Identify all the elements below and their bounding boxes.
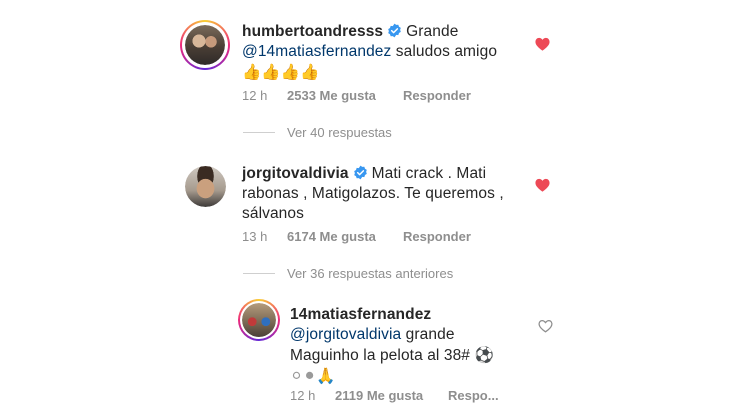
comment-text: sálvanos bbox=[242, 205, 304, 222]
likes-count[interactable]: 2119 Me gusta bbox=[335, 388, 423, 403]
timestamp: 13 h bbox=[242, 229, 268, 244]
heart-outline-icon[interactable] bbox=[538, 319, 553, 333]
verified-badge-icon bbox=[353, 165, 367, 180]
mention-link[interactable]: @14matiasfernandez bbox=[242, 43, 391, 60]
story-ring[interactable] bbox=[238, 299, 280, 341]
comment-username[interactable]: humbertoandresss bbox=[242, 23, 383, 40]
comment-text: Mati crack . Mati bbox=[371, 165, 487, 182]
reply-button[interactable]: Responder bbox=[403, 88, 471, 103]
divider-line bbox=[243, 132, 275, 133]
reply-button[interactable]: Respo... bbox=[448, 388, 499, 403]
timestamp: 12 h bbox=[242, 88, 268, 103]
heart-icon[interactable] bbox=[535, 37, 550, 51]
soccer-ball-emoji: ⚽ bbox=[474, 346, 494, 364]
comment-text: rabonas , Matigolazos. Te queremos , bbox=[242, 185, 504, 202]
reply-button[interactable]: Responder bbox=[403, 229, 471, 244]
comment-meta: 12 h 2533 Me gusta Responder bbox=[242, 88, 562, 104]
comment-item: humbertoandresss Grande @14matiasfernande… bbox=[163, 0, 576, 120]
comment-meta: 13 h 6174 Me gusta Responder bbox=[242, 229, 562, 245]
avatar[interactable] bbox=[242, 303, 276, 337]
reply-meta: 12 h 2119 Me gusta Respo... bbox=[290, 388, 570, 404]
timestamp: 12 h bbox=[290, 388, 316, 403]
likes-count[interactable]: 6174 Me gusta bbox=[287, 229, 376, 244]
reply-body: 14matiasfernandez @jorgitovaldivia grand… bbox=[290, 305, 560, 387]
comment-item: jorgitovaldivia Mati crack . Mati rabonas… bbox=[163, 150, 576, 250]
heart-icon[interactable] bbox=[535, 178, 550, 192]
comment-body: humbertoandresss Grande @14matiasfernande… bbox=[242, 22, 542, 83]
view-replies-label: Ver 36 respuestas anteriores bbox=[287, 266, 454, 281]
comment-text: saludos amigo bbox=[395, 43, 498, 60]
view-previous-replies-button[interactable]: Ver 36 respuestas anteriores bbox=[243, 266, 543, 282]
avatar[interactable] bbox=[185, 166, 226, 207]
thumbs-up-emojis: 👍👍👍👍 bbox=[242, 63, 320, 81]
view-replies-button[interactable]: Ver 40 respuestas bbox=[243, 125, 503, 141]
likes-count[interactable]: 2533 Me gusta bbox=[287, 88, 376, 103]
verified-badge-icon bbox=[388, 23, 401, 38]
reply-text: grande bbox=[405, 326, 455, 343]
comments-panel: humbertoandresss Grande @14matiasfernande… bbox=[163, 0, 576, 416]
comment-username[interactable]: jorgitovaldivia bbox=[242, 165, 349, 182]
avatar[interactable] bbox=[185, 25, 225, 65]
view-replies-label: Ver 40 respuestas bbox=[287, 125, 392, 140]
comment-body: jorgitovaldivia Mati crack . Mati rabonas… bbox=[242, 164, 542, 224]
reply-username[interactable]: 14matiasfernandez bbox=[290, 306, 431, 323]
reply-emojis: ⚪⚫🙏 bbox=[290, 367, 336, 385]
story-ring[interactable] bbox=[180, 20, 230, 70]
divider-line bbox=[243, 273, 275, 274]
mention-link[interactable]: @jorgitovaldivia bbox=[290, 326, 401, 343]
reply-text: Maguinho la pelota al 38# bbox=[290, 347, 471, 364]
comment-text: Grande bbox=[406, 23, 459, 40]
reply-item: 14matiasfernandez @jorgitovaldivia grand… bbox=[223, 292, 576, 416]
